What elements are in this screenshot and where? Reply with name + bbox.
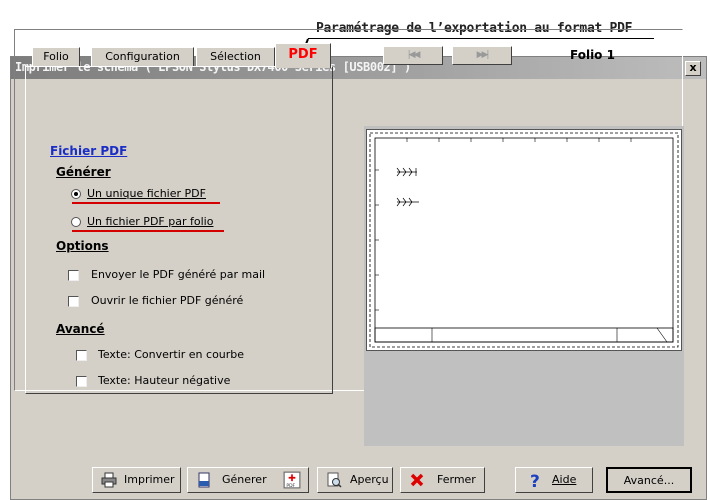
tab-folio[interactable]: Folio [32,47,80,67]
close-button[interactable]: x [685,61,701,76]
advanced-button[interactable]: Avancé... [606,467,692,493]
pdf-file-link[interactable]: Fichier PDF [50,144,127,158]
checkbox-convert-curve[interactable] [76,350,87,361]
printer-icon [101,472,117,488]
tab-selection[interactable]: Sélection [196,47,275,67]
radio-single-pdf-label[interactable]: Un unique fichier PDF [87,187,206,200]
generate-heading: Générer [56,165,111,179]
radio-single-pdf[interactable] [71,189,81,199]
preview-button-label: Aperçu [350,473,389,486]
schematic-thumbnail [369,132,679,348]
red-emphasis-underline [72,202,220,204]
options-heading: Options [56,239,109,253]
checkbox-send-mail-label[interactable]: Envoyer le PDF généré par mail [91,268,265,281]
help-button[interactable]: ? Aide [515,467,593,493]
checkbox-open-pdf[interactable] [68,296,79,307]
checkbox-open-pdf-label[interactable]: Ouvrir le fichier PDF généré [91,294,243,307]
last-folio-button[interactable]: ▶▶| [452,46,512,65]
pdf-file-icon [198,472,210,488]
red-x-icon [410,473,424,487]
svg-text:?: ? [530,472,540,488]
close-dialog-button[interactable]: Fermer [400,467,485,493]
radio-per-folio-label[interactable]: Un fichier PDF par folio [87,215,213,228]
checkbox-send-mail[interactable] [68,270,79,281]
print-button-label: Imprimer [124,473,175,486]
preview-page [366,129,682,351]
preview-button[interactable]: Aperçu [317,467,393,493]
tab-configuration[interactable]: Configuration [91,47,194,67]
tab-pdf[interactable]: PDF [275,43,331,68]
help-button-label: Aide [552,473,577,486]
radio-per-folio[interactable] [71,217,81,227]
close-dialog-button-label: Fermer [437,473,476,486]
checkbox-negative-height-label[interactable]: Texte: Hauteur négative [98,374,230,387]
checkbox-convert-curve-label[interactable]: Texte: Convertir en courbe [98,348,244,361]
first-folio-button[interactable]: |◀◀ [383,46,443,65]
pdf-add-icon: PDF [283,471,301,489]
svg-text:PDF: PDF [286,483,295,489]
help-icon: ? [530,472,540,488]
magnifier-icon [327,472,342,488]
red-emphasis-underline [72,230,224,232]
print-button[interactable]: Imprimer [92,467,181,493]
folio-label: Folio 1 [570,48,615,62]
generate-button[interactable]: Génerer PDF [187,467,309,493]
checkbox-negative-height[interactable] [76,376,87,387]
generate-button-label: Génerer [222,473,267,486]
advanced-heading: Avancé [56,322,105,336]
